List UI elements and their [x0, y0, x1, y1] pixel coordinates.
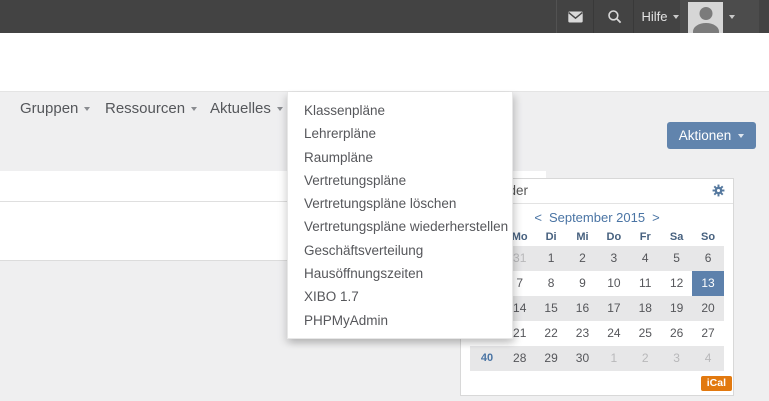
- weekday-label: So: [692, 228, 723, 246]
- page: Hilfe Gruppen Ressourcen Aktuelles Verwa…: [0, 0, 769, 401]
- aktionen-label: Aktionen: [679, 128, 732, 143]
- calendar-day[interactable]: 4: [692, 346, 723, 371]
- avatar-torso: [693, 23, 719, 33]
- caret-down-icon: [277, 107, 283, 111]
- dropdown-item-geschaeftsverteilung[interactable]: Geschäftsverteilung: [288, 239, 512, 262]
- nav-label-aktuelles: Aktuelles: [210, 100, 271, 117]
- dropdown-item-vertretungsplaene-wiederherstellen[interactable]: Vertretungspläne wiederherstellen: [288, 215, 512, 238]
- caret-down-icon: [84, 107, 90, 111]
- caret-down-icon: [729, 15, 735, 19]
- verwaltung-dropdown-menu: Klassenpläne Lehrerpläne Raumpläne Vertr…: [287, 92, 513, 339]
- caret-down-icon: [738, 134, 744, 138]
- dropdown-item-lehrerplaene[interactable]: Lehrerpläne: [288, 122, 512, 145]
- dropdown-item-klassenplaene[interactable]: Klassenpläne: [288, 99, 512, 122]
- calendar-day[interactable]: 20: [692, 296, 723, 321]
- calendar-day[interactable]: 28: [504, 346, 535, 371]
- calendar-day[interactable]: 4: [630, 246, 661, 271]
- weekday-label: Sa: [661, 228, 692, 246]
- dropdown-item-raumplaene[interactable]: Raumpläne: [288, 146, 512, 169]
- weekday-label: Do: [598, 228, 629, 246]
- dropdown-item-hausoeffnungszeiten[interactable]: Hausöffnungszeiten: [288, 262, 512, 285]
- calendar-day[interactable]: 29: [535, 346, 566, 371]
- weekday-label: Mi: [567, 228, 598, 246]
- user-menu[interactable]: [680, 0, 759, 33]
- calendar-day[interactable]: 9: [567, 271, 598, 296]
- calendar-day[interactable]: 25: [630, 321, 661, 346]
- caret-down-icon: [191, 107, 197, 111]
- nav-item-aktuelles[interactable]: Aktuelles: [210, 96, 283, 120]
- mail-button[interactable]: [556, 0, 594, 33]
- calendar-day[interactable]: 6: [692, 246, 723, 271]
- calendar-day[interactable]: 3: [598, 246, 629, 271]
- topbar: Hilfe: [0, 0, 769, 33]
- ical-button[interactable]: iCal: [701, 376, 732, 391]
- prev-month-button[interactable]: <: [534, 210, 542, 225]
- calendar-day[interactable]: 15: [535, 296, 566, 321]
- next-month-button[interactable]: >: [652, 210, 660, 225]
- month-label: September 2015: [549, 210, 645, 225]
- calendar-day[interactable]: 22: [535, 321, 566, 346]
- calendar-day[interactable]: 2: [567, 246, 598, 271]
- aktionen-button[interactable]: Aktionen: [667, 122, 756, 149]
- calendar-day[interactable]: 18: [630, 296, 661, 321]
- nav-item-ressourcen[interactable]: Ressourcen: [105, 96, 197, 120]
- calendar-day[interactable]: 19: [661, 296, 692, 321]
- calendar-day[interactable]: 11: [630, 271, 661, 296]
- help-menu[interactable]: Hilfe: [636, 0, 684, 33]
- calendar-day[interactable]: 27: [692, 321, 723, 346]
- caret-down-icon: [673, 15, 679, 19]
- calendar-day[interactable]: 5: [661, 246, 692, 271]
- calendar-day[interactable]: 16: [567, 296, 598, 321]
- calendar-day[interactable]: 12: [661, 271, 692, 296]
- help-label: Hilfe: [641, 9, 667, 24]
- calendar-day[interactable]: 10: [598, 271, 629, 296]
- mail-icon: [567, 10, 584, 24]
- calendar-week-row: 40 28 29 30 1 2 3 4: [470, 346, 724, 371]
- dropdown-item-xibo[interactable]: XIBO 1.7: [288, 285, 512, 308]
- calendar-day[interactable]: 17: [598, 296, 629, 321]
- dropdown-item-vertretungsplaene[interactable]: Vertretungspläne: [288, 169, 512, 192]
- calendar-day[interactable]: 1: [535, 246, 566, 271]
- calendar-day[interactable]: 24: [598, 321, 629, 346]
- calendar-day[interactable]: 1: [598, 346, 629, 371]
- user-avatar: [688, 2, 723, 33]
- calendar-day[interactable]: 3: [661, 346, 692, 371]
- calendar-day[interactable]: 26: [661, 321, 692, 346]
- calendar-day[interactable]: 8: [535, 271, 566, 296]
- main-navbar: Gruppen Ressourcen Aktuelles Verwaltung: [0, 33, 769, 92]
- dropdown-item-vertretungsplaene-loeschen[interactable]: Vertretungspläne löschen: [288, 192, 512, 215]
- calendar-day[interactable]: 23: [567, 321, 598, 346]
- weekday-label: Di: [535, 228, 566, 246]
- gear-icon[interactable]: [712, 184, 725, 202]
- nav-label-gruppen: Gruppen: [20, 100, 78, 117]
- calendar-day[interactable]: 30: [567, 346, 598, 371]
- weekday-label: Fr: [630, 228, 661, 246]
- calendar-day-selected[interactable]: 13: [692, 271, 723, 296]
- search-button[interactable]: [596, 0, 634, 33]
- week-number: 40: [470, 346, 504, 371]
- dropdown-item-phpmyadmin[interactable]: PHPMyAdmin: [288, 309, 512, 332]
- search-icon: [607, 9, 623, 25]
- calendar-day[interactable]: 2: [630, 346, 661, 371]
- avatar-head: [699, 7, 712, 20]
- nav-label-ressourcen: Ressourcen: [105, 100, 185, 117]
- nav-item-gruppen[interactable]: Gruppen: [20, 96, 90, 120]
